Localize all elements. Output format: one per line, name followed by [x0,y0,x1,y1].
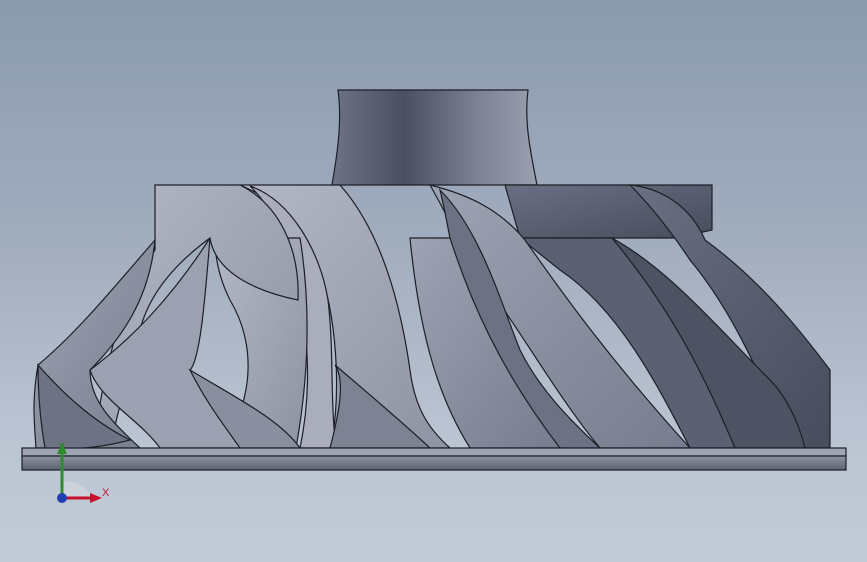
triad-z-axis-dot [57,493,67,503]
impeller-base-plate [21,447,847,457]
triad-y-label: Y [58,441,66,453]
impeller-base-plate-lower [21,455,847,471]
triad-x-arrowhead [90,493,102,503]
impeller-hub [331,89,538,186]
triad-x-label: X [102,487,110,499]
triad-plane-shade [62,481,92,498]
impeller-model[interactable] [0,0,867,562]
graphics-viewport[interactable]: X Y [0,0,867,562]
orientation-triad[interactable] [40,436,120,516]
